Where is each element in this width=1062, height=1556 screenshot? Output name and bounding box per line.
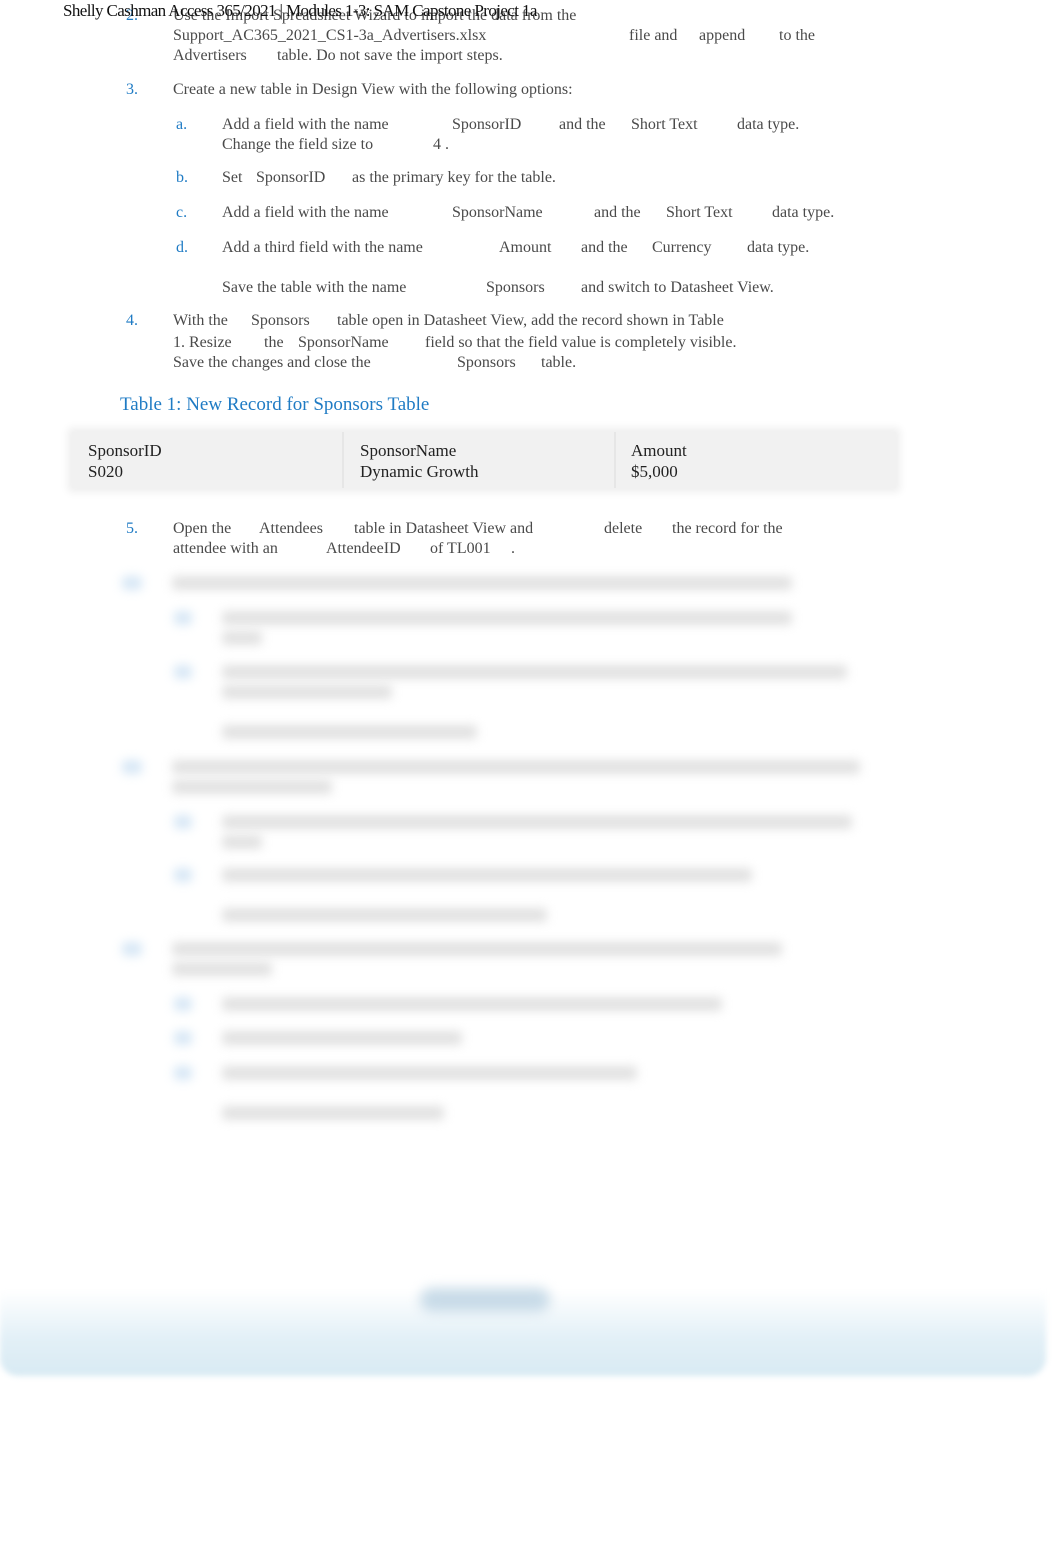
- step-text: and switch to Datasheet View.: [581, 279, 774, 296]
- table-cell: S020: [88, 462, 123, 481]
- step-text: table in Datasheet View and: [354, 520, 534, 537]
- step-text: Add a third field with the name: [222, 239, 423, 256]
- step-text: SponsorName: [452, 204, 543, 221]
- substep-letter: a.: [176, 116, 188, 133]
- step-text: Save the changes and close the: [173, 354, 371, 371]
- step-text: Sponsors: [251, 312, 310, 329]
- table-header-cell: SponsorName: [360, 441, 457, 460]
- step-text: as the primary key for the table.: [352, 169, 556, 186]
- step-text: table. Do not save the import steps.: [277, 47, 503, 64]
- step-text: .: [511, 540, 515, 557]
- step-number: 5.: [126, 520, 138, 537]
- step-number: 3.: [126, 81, 138, 98]
- step-text: AttendeeID: [326, 540, 401, 557]
- step-text: attendee with an: [173, 540, 278, 557]
- step-text: table.: [541, 354, 577, 371]
- step-text: With the: [173, 312, 228, 329]
- step-text: Sponsors: [457, 354, 516, 371]
- step-text: data type.: [747, 239, 810, 256]
- step-text: field so that the field value is complet…: [425, 334, 737, 351]
- step-text: the record for the: [672, 520, 783, 537]
- step-text: data type.: [772, 204, 835, 221]
- column-divider: [614, 432, 616, 488]
- step-text: file and: [629, 27, 678, 44]
- step-text: to the: [779, 27, 815, 44]
- step-text: Support_AC365_2021_CS1-3a_Advertisers.xl…: [173, 27, 487, 44]
- step-number: 4.: [126, 312, 138, 329]
- page-header-title: Shelly Cashman Access 365/2021 | Modules…: [63, 1, 537, 20]
- step-text: SponsorID: [452, 116, 522, 133]
- footer-logo: [420, 1288, 550, 1312]
- step-text: Save the table with the name: [222, 279, 407, 296]
- step-text: of TL001: [430, 540, 491, 557]
- step-text: Set: [222, 169, 243, 186]
- step-text: data type.: [737, 116, 800, 133]
- table-header-cell: SponsorID: [88, 441, 162, 460]
- table-cell: Dynamic Growth: [360, 462, 479, 481]
- step-text: 4 .: [433, 136, 449, 153]
- substep-letter: c.: [176, 204, 188, 221]
- substep-letter: d.: [176, 239, 188, 256]
- step-text: and the: [594, 204, 641, 221]
- substep-letter: b.: [176, 169, 188, 186]
- step-text: SponsorID: [256, 169, 326, 186]
- document-page: 2. Use the Import Spreadsheet Wizard to …: [0, 0, 1062, 1556]
- step-text: Add a field with the name: [222, 116, 389, 133]
- step-text: delete: [604, 520, 643, 537]
- table-cell: $5,000: [631, 462, 678, 481]
- step-text: Short Text: [666, 204, 733, 221]
- step-text: Add a field with the name: [222, 204, 389, 221]
- step-text: Short Text: [631, 116, 698, 133]
- step-text: Advertisers: [173, 47, 247, 64]
- step-text: append: [699, 27, 746, 44]
- step-text: Open the: [173, 520, 232, 537]
- column-divider: [342, 432, 344, 488]
- step-text: Currency: [652, 239, 712, 256]
- sponsors-record-table: SponsorID SponsorName Amount S020 Dynami…: [72, 432, 896, 488]
- step-text: and the: [581, 239, 628, 256]
- table-caption: Table 1: New Record for Sponsors Table: [120, 394, 430, 415]
- step-text: the: [264, 334, 284, 351]
- step-text: Attendees: [259, 520, 323, 537]
- step-text: Create a new table in Design View with t…: [173, 81, 573, 98]
- step-text: 1. Resize: [173, 334, 232, 351]
- step-text: Amount: [499, 239, 552, 256]
- table-header-cell: Amount: [631, 441, 687, 460]
- step-text: SponsorName: [298, 334, 389, 351]
- step-text: table open in Datasheet View, add the re…: [337, 312, 724, 329]
- step-text: Sponsors: [486, 279, 545, 296]
- step-text: Change the field size to: [222, 136, 374, 153]
- step-text: and the: [559, 116, 606, 133]
